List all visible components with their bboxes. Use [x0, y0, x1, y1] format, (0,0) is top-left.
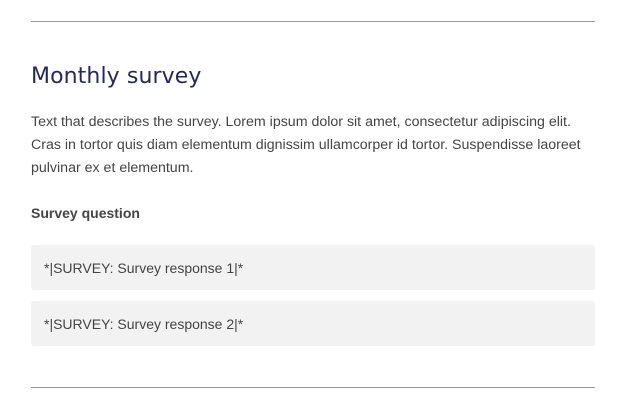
survey-description: Text that describes the survey. Lorem ip… — [31, 114, 581, 176]
bottom-divider — [31, 387, 595, 388]
survey-response-2[interactable]: *|SURVEY: Survey response 2|* — [31, 301, 595, 346]
survey-response-label: *|SURVEY: Survey response 2|* — [44, 315, 244, 332]
survey-title: Monthly survey — [31, 64, 202, 89]
survey-question: Survey question — [31, 205, 140, 221]
survey-response-1[interactable]: *|SURVEY: Survey response 1|* — [31, 245, 595, 290]
top-divider — [31, 21, 595, 22]
survey-response-label: *|SURVEY: Survey response 1|* — [44, 259, 244, 276]
